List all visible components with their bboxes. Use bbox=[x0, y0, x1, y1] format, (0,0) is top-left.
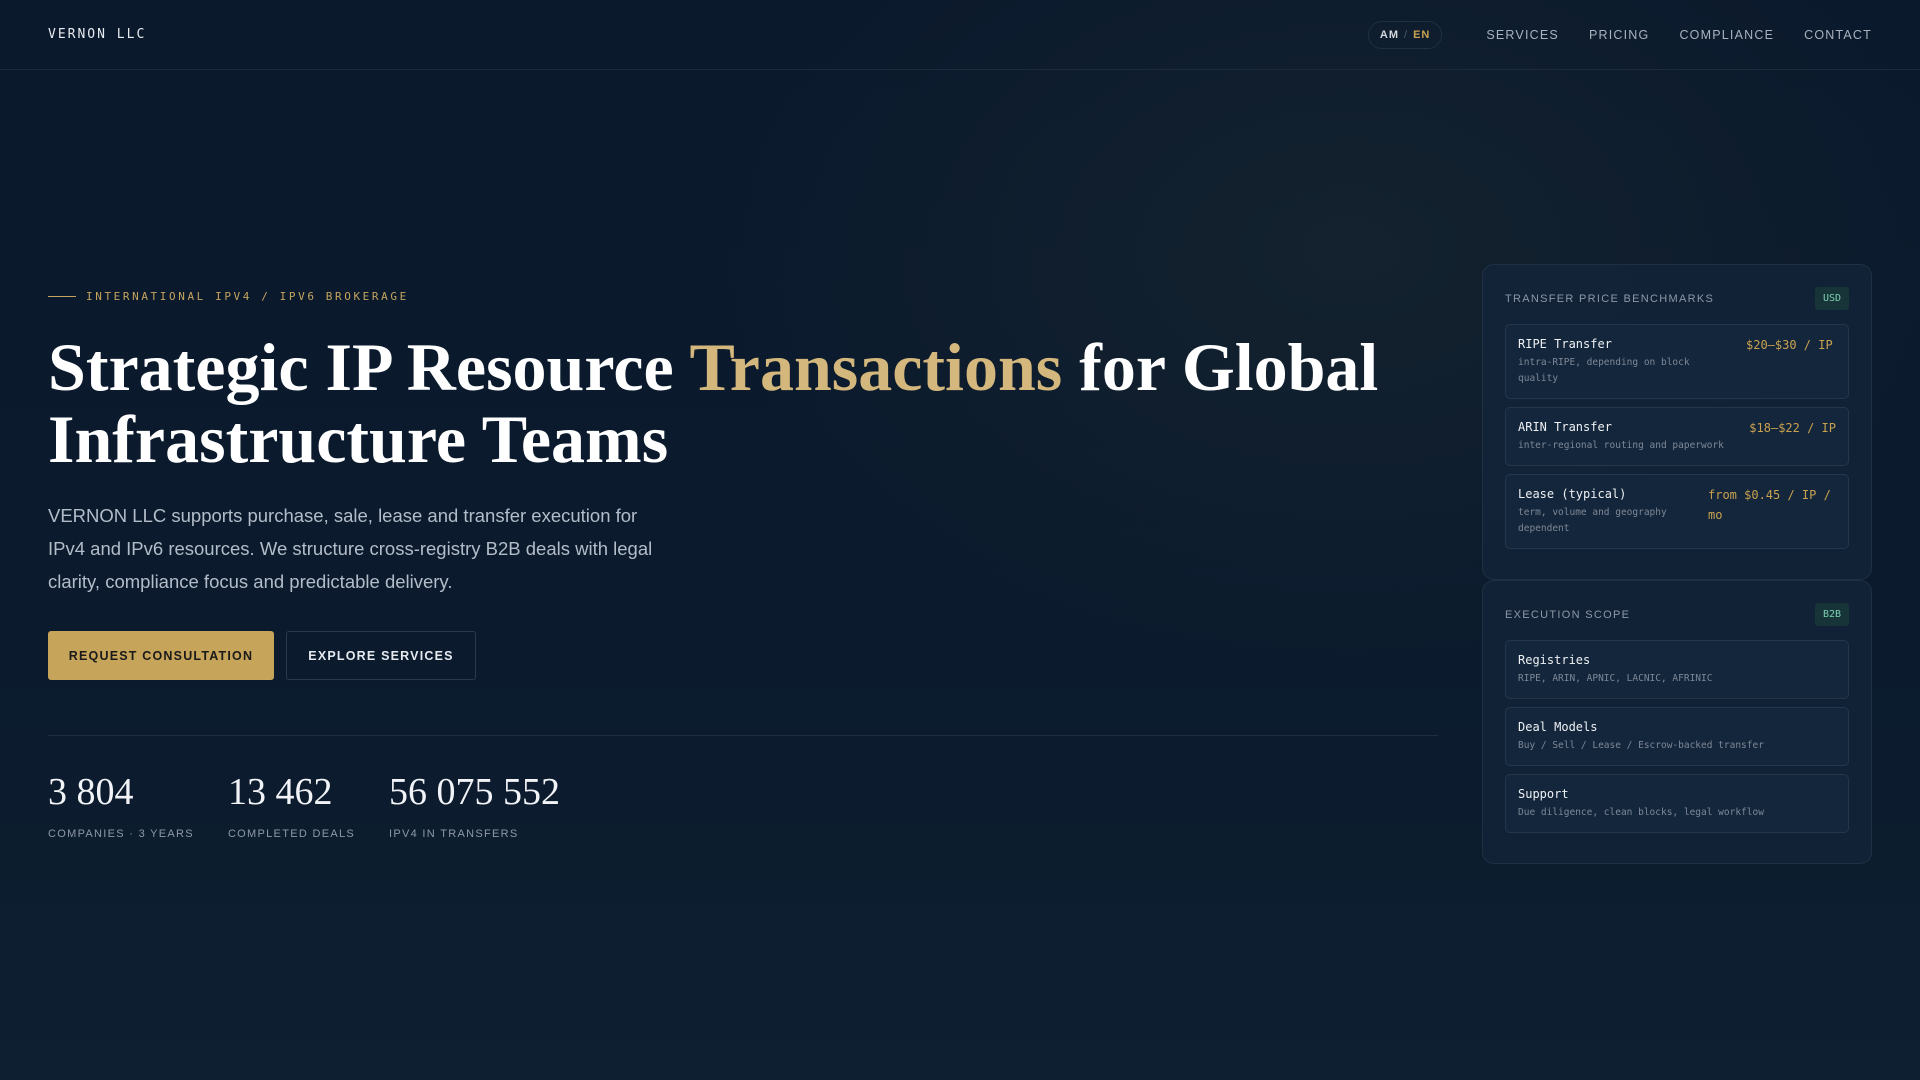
list-item: Support Due diligence, clean blocks, lega… bbox=[1505, 774, 1849, 833]
stat-ipv4: 56 075 552 IPV4 IN TRANSFERS bbox=[389, 771, 561, 840]
hero: INTERNATIONAL IPV4 / IPV6 BROKERAGE Stra… bbox=[48, 290, 1438, 840]
stats: 3 804 COMPANIES · 3 YEARS 13 462 COMPLETED… bbox=[48, 770, 1438, 840]
list-item: Deal Models Buy / Sell / Lease / Escrow-b… bbox=[1505, 707, 1849, 766]
nav-contact[interactable]: CONTACT bbox=[1804, 28, 1872, 42]
lang-am[interactable]: AM bbox=[1380, 29, 1399, 41]
list-item: ARIN Transfer inter-regional routing and … bbox=[1505, 407, 1849, 466]
explore-services-button[interactable]: EXPLORE SERVICES bbox=[286, 631, 476, 680]
eyebrow: INTERNATIONAL IPV4 / IPV6 BROKERAGE bbox=[48, 290, 1438, 303]
lang-en[interactable]: EN bbox=[1413, 29, 1430, 41]
execution-scope-card: EXECUTION SCOPE B2B Registries RIPE, ARIN,… bbox=[1482, 580, 1872, 864]
b2b-badge: B2B bbox=[1814, 603, 1849, 626]
nav-pricing[interactable]: PRICING bbox=[1589, 28, 1650, 42]
card-title: TRANSFER PRICE BENCHMARKS bbox=[1505, 292, 1715, 305]
logo[interactable]: VERNON LLC bbox=[48, 27, 146, 42]
list-item: RIPE Transfer intra-RIPE, depending on bl… bbox=[1505, 324, 1849, 399]
nav-compliance[interactable]: COMPLIANCE bbox=[1679, 28, 1774, 42]
language-switcher[interactable]: AM / EN bbox=[1367, 20, 1443, 49]
card-title: EXECUTION SCOPE bbox=[1505, 608, 1631, 621]
request-consultation-button[interactable]: REQUEST CONSULTATION bbox=[48, 631, 274, 680]
nav-services[interactable]: SERVICES bbox=[1486, 28, 1559, 42]
list-item: Registries RIPE, ARIN, APNIC, LACNIC, AFR… bbox=[1505, 640, 1849, 699]
price-benchmarks-card: TRANSFER PRICE BENCHMARKS USD RIPE Transf… bbox=[1482, 264, 1872, 580]
divider bbox=[48, 735, 1438, 736]
stat-deals: 13 462 COMPLETED DEALS bbox=[227, 771, 356, 840]
stat-companies: 3 804 COMPANIES · 3 YEARS bbox=[48, 771, 194, 840]
page-title: Strategic IP Resource Transactions for G… bbox=[48, 329, 1379, 477]
eyebrow-line bbox=[48, 296, 76, 297]
hero-description: VERNON LLC supports purchase, sale, leas… bbox=[48, 505, 653, 592]
currency-badge: USD bbox=[1814, 287, 1849, 310]
top-nav: VERNON LLC AM / EN SERVICES PRICING COMPLI… bbox=[0, 0, 1920, 70]
list-item: Lease (typical) term, volume and geograph… bbox=[1505, 474, 1849, 549]
